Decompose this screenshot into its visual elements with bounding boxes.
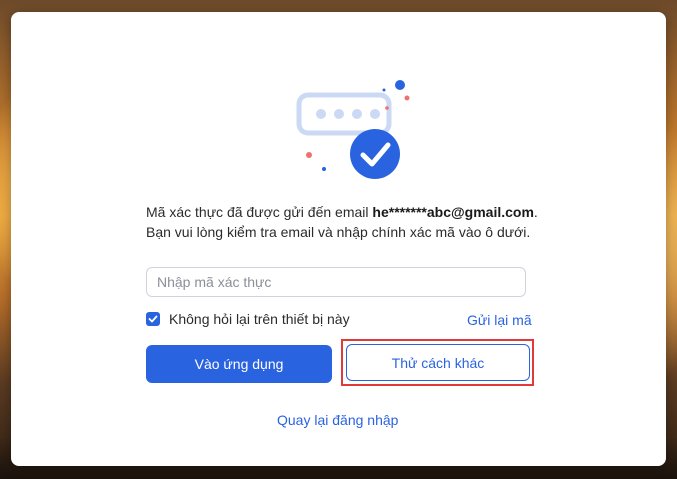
otp-verified-illustration xyxy=(287,68,417,188)
verification-message: Mã xác thực đã được gửi đến email he****… xyxy=(146,202,541,242)
resend-code-link[interactable]: Gửi lại mã xyxy=(467,312,532,328)
checkmark-icon xyxy=(148,315,158,323)
masked-email: he*******abc@gmail.com xyxy=(372,204,534,220)
remember-device-row[interactable]: Không hỏi lại trên thiết bị này xyxy=(146,310,350,328)
remember-device-label: Không hỏi lại trên thiết bị này xyxy=(169,311,350,327)
verification-dialog: Mã xác thực đã được gửi đến email he****… xyxy=(11,12,666,466)
try-another-way-button[interactable]: Thử cách khác xyxy=(346,344,530,381)
back-to-login-link[interactable]: Quay lại đăng nhập xyxy=(277,412,398,428)
message-prefix: Mã xác thực đã được gửi đến email xyxy=(146,204,369,220)
remember-device-checkbox[interactable] xyxy=(146,312,160,326)
verification-code-input[interactable] xyxy=(146,267,526,297)
enter-app-button[interactable]: Vào ứng dụng xyxy=(146,345,332,383)
